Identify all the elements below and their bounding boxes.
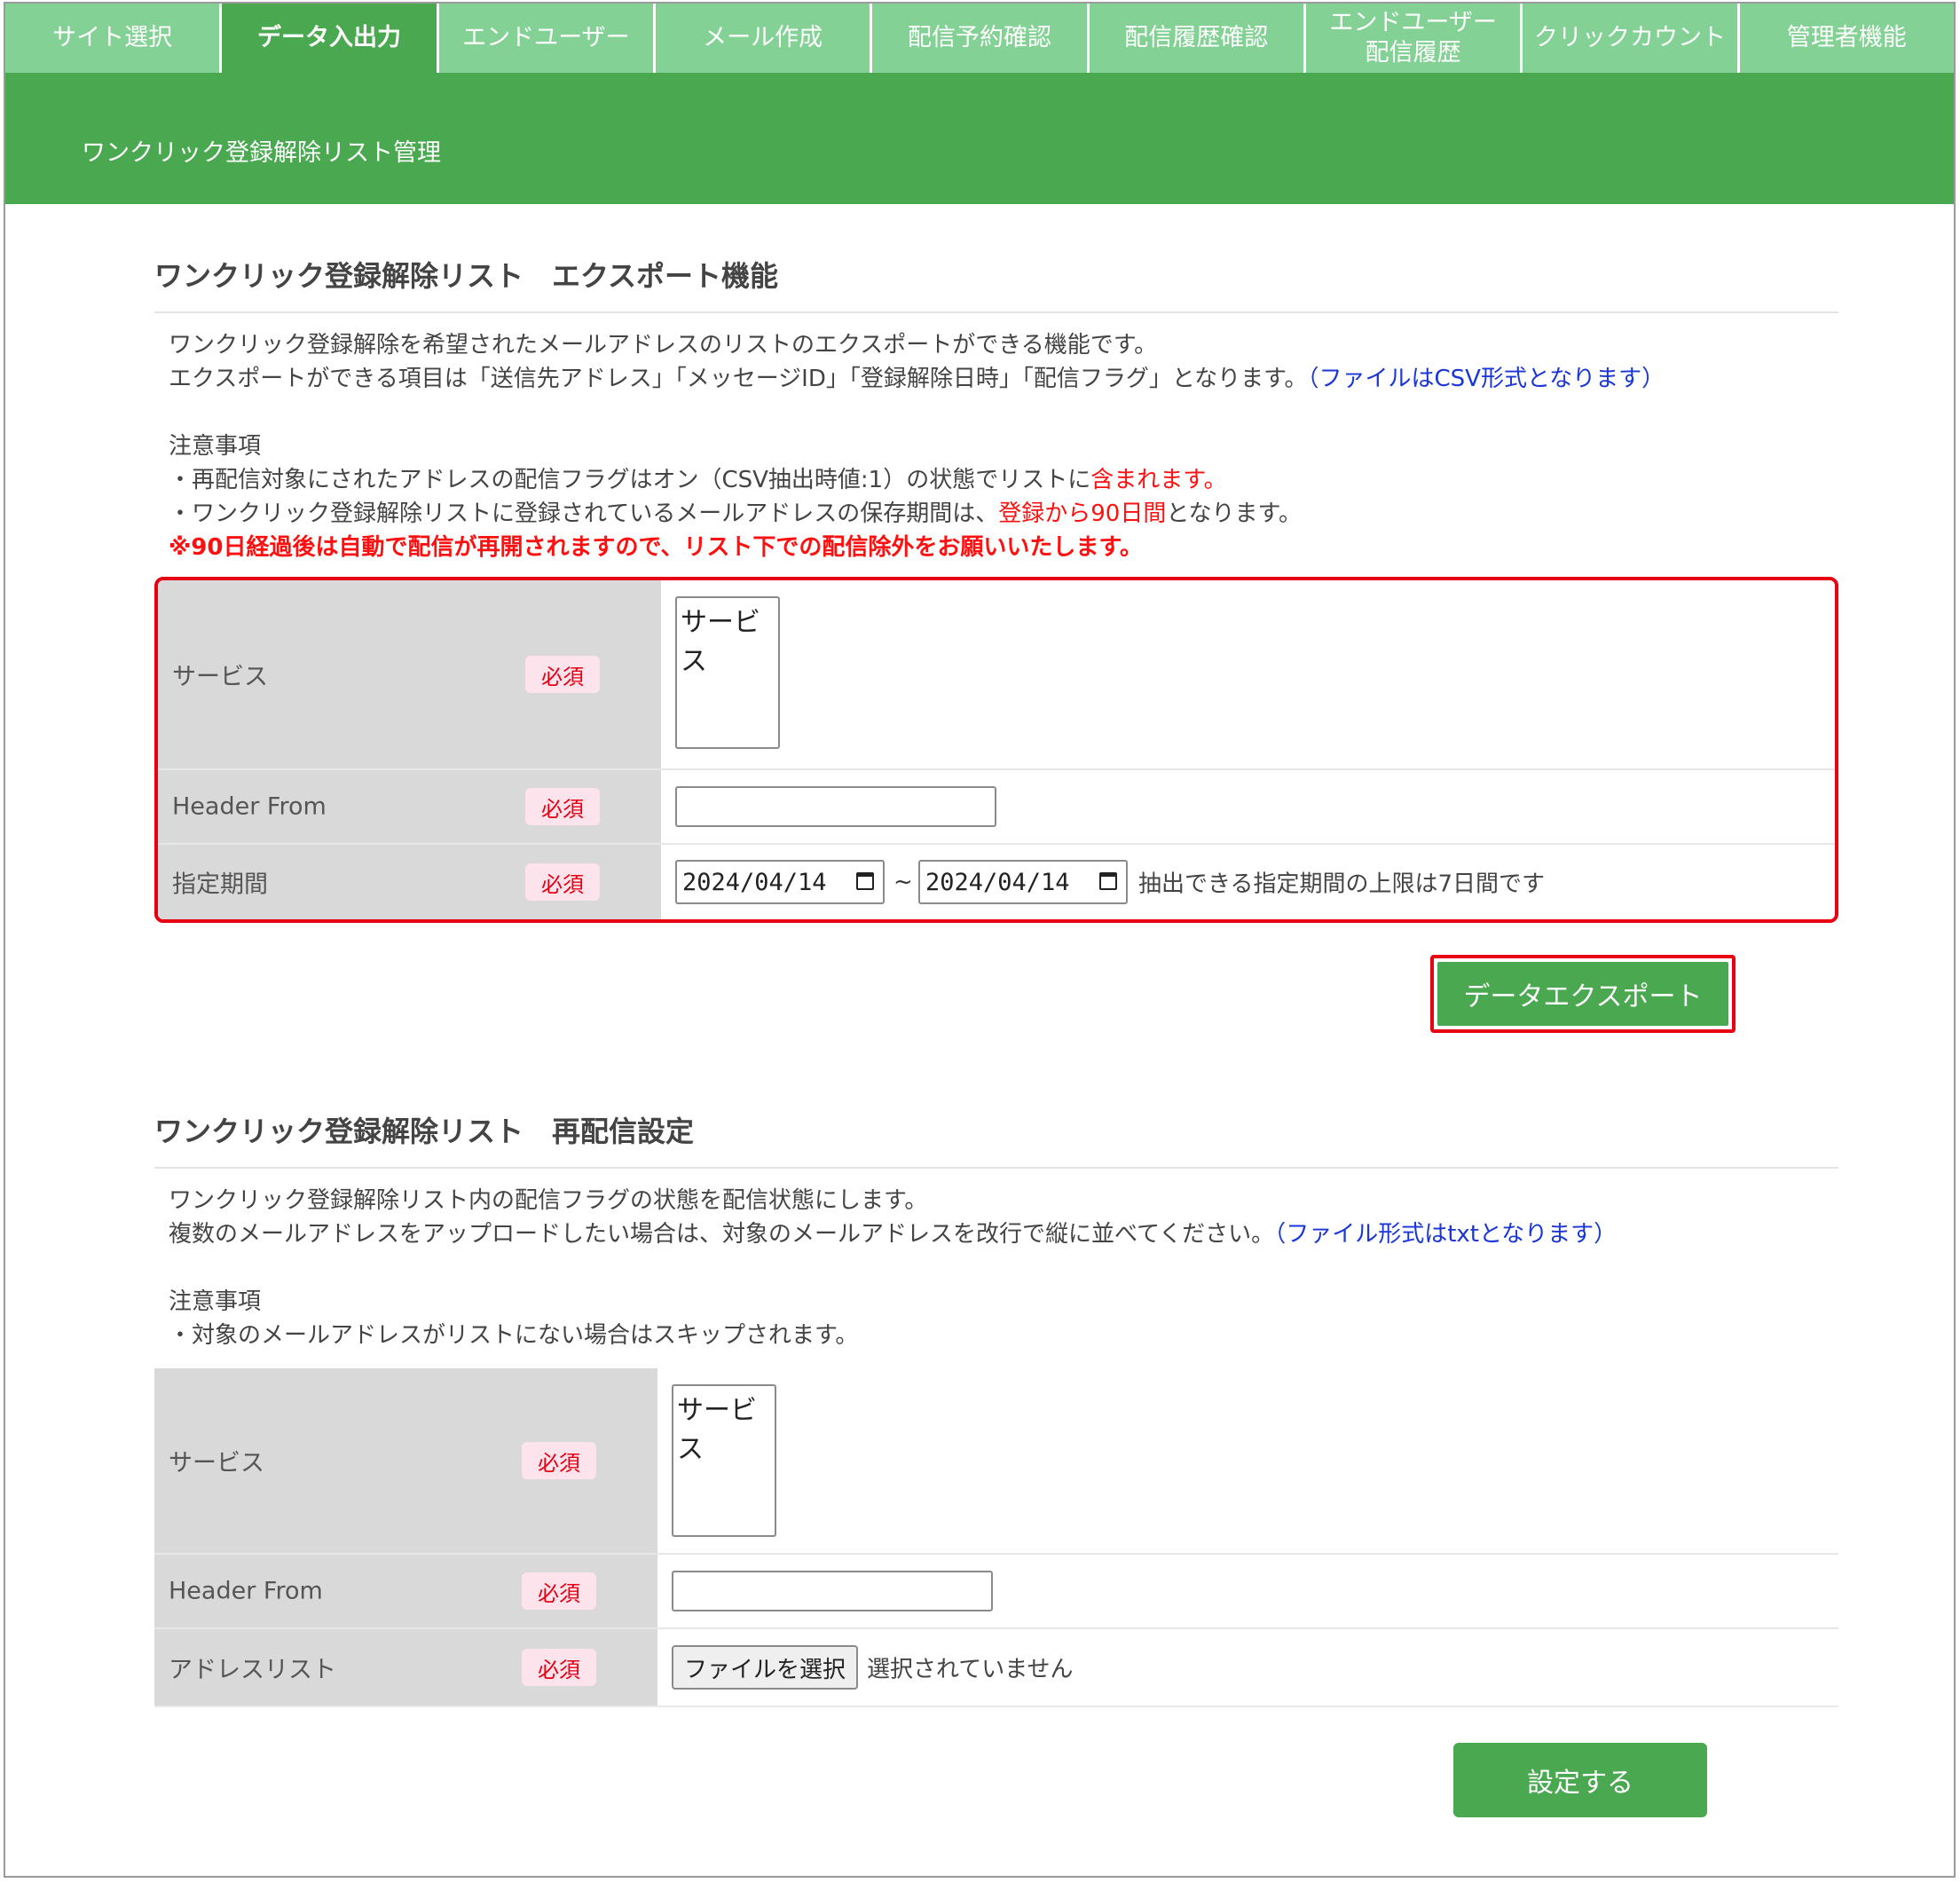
- service-option[interactable]: サービス: [677, 1388, 771, 1466]
- export-format-note: （ファイルはCSV形式となります）: [1307, 366, 1665, 392]
- date-from-input[interactable]: 2024/04/14: [675, 860, 885, 904]
- resend-service-row: サービス 必須 サービス: [154, 1368, 1838, 1555]
- input-cell: [661, 770, 1835, 843]
- export-desc-line2: エクスポートができる項目は「送信先アドレス」「メッセージID」「登録解除日時」「…: [169, 366, 1308, 392]
- notes-heading: 注意事項: [169, 433, 262, 460]
- tab-label: 管理者機能: [1786, 24, 1907, 51]
- export-note1-red: 含まれます。: [1090, 467, 1227, 493]
- resend-format-note: （ファイル形式はtxtとなります）: [1274, 1221, 1618, 1248]
- resend-desc-line2: 複数のメールアドレスをアップロードしたい場合は、対象のメールアドレスを改行で縦に…: [169, 1221, 1275, 1248]
- input-cell: サービス: [657, 1368, 1838, 1553]
- service-option[interactable]: サービス: [681, 600, 775, 678]
- label-cell: Header From 必須: [154, 1555, 657, 1627]
- tab-label: メール作成: [703, 24, 823, 51]
- resend-form: サービス 必須 サービス Header From 必須 アドレスリスト 必須 フ…: [154, 1368, 1838, 1706]
- tab-label: クリックカウント: [1533, 24, 1726, 51]
- calendar-icon[interactable]: [1099, 872, 1117, 890]
- export-note2-end: となります。: [1166, 500, 1302, 527]
- required-badge: 必須: [522, 1572, 596, 1610]
- label-cell: サービス 必須: [154, 1368, 657, 1553]
- export-description: ワンクリック登録解除を希望されたメールアドレスのリストのエクスポートができる機能…: [169, 328, 1837, 564]
- export-warning-a: ※90日経過後は自動で配信が再開されますので、: [169, 534, 684, 561]
- header-from-input[interactable]: [675, 786, 996, 827]
- tab-label: データ入出力: [256, 24, 401, 51]
- required-badge: 必須: [525, 863, 600, 901]
- export-note2: ・ワンクリック登録解除リストに登録されているメールアドレスの保存期間は、: [169, 500, 999, 527]
- tab-label: サイト選択: [52, 24, 173, 51]
- file-select-button[interactable]: ファイルを選択: [672, 1645, 858, 1690]
- label-cell: 指定期間 必須: [158, 845, 661, 919]
- divider: [154, 1167, 1838, 1169]
- page-title: ワンクリック登録解除リスト管理: [82, 139, 441, 167]
- label-cell: サービス 必須: [158, 580, 661, 768]
- export-form: サービス 必須 サービス Header From 必須 指定期間 必須 2024…: [154, 577, 1838, 923]
- tab-click-count[interactable]: クリックカウント: [1523, 4, 1737, 73]
- required-badge: 必須: [525, 656, 600, 693]
- tab-schedule-check[interactable]: 配信予約確認: [872, 4, 1087, 73]
- service-label: サービス: [169, 1449, 264, 1477]
- service-listbox[interactable]: サービス: [675, 596, 780, 749]
- label-cell: Header From 必須: [158, 770, 661, 843]
- resend-header-from-row: Header From 必須: [154, 1555, 1838, 1629]
- tab-data-io[interactable]: データ入出力: [222, 4, 437, 73]
- tab-admin[interactable]: 管理者機能: [1739, 4, 1954, 73]
- date-to-value: 2024/04/14: [925, 868, 1070, 896]
- input-cell: サービス: [661, 580, 1835, 768]
- tab-mail-create[interactable]: メール作成: [655, 4, 870, 73]
- resend-address-list-row: アドレスリスト 必須 ファイルを選択 選択されていません: [154, 1629, 1838, 1706]
- data-export-button[interactable]: データエクスポート: [1437, 962, 1728, 1026]
- required-badge: 必須: [525, 788, 600, 825]
- service-label: サービス: [172, 663, 268, 691]
- input-cell: [657, 1555, 1838, 1627]
- period-label: 指定期間: [172, 871, 268, 899]
- required-badge: 必須: [522, 1442, 596, 1479]
- resend-section-title: ワンクリック登録解除リスト 再配信設定: [154, 1115, 695, 1148]
- file-status: 選択されていません: [867, 1656, 1074, 1683]
- label-cell: アドレスリスト 必須: [154, 1629, 657, 1706]
- header-from-label: Header From: [169, 1577, 323, 1605]
- tab-label: 配信予約確認: [907, 24, 1051, 51]
- resend-desc-line1: ワンクリック登録解除リスト内の配信フラグの状態を配信状態にします。: [169, 1187, 928, 1214]
- date-from-value: 2024/04/14: [682, 868, 827, 896]
- resend-note1: ・対象のメールアドレスがリストにない場合はスキップされます。: [169, 1322, 859, 1349]
- calendar-icon[interactable]: [856, 872, 874, 890]
- notes-heading: 注意事項: [169, 1288, 262, 1315]
- tab-history-check[interactable]: 配信履歴確認: [1089, 4, 1303, 73]
- page-header: ワンクリック登録解除リスト管理: [5, 73, 1954, 204]
- range-separator: ~: [893, 869, 913, 895]
- resend-description: ワンクリック登録解除リスト内の配信フラグの状態を配信状態にします。 複数のメール…: [169, 1184, 1837, 1352]
- header-from-input[interactable]: [672, 1571, 993, 1611]
- tab-label: エンドユーザー: [462, 24, 630, 51]
- service-listbox[interactable]: サービス: [672, 1384, 776, 1537]
- tab-end-user-history[interactable]: エンドユーザー 配信履歴: [1305, 4, 1521, 73]
- tab-label: 配信履歴確認: [1124, 24, 1269, 51]
- export-warning-b: リスト下での配信除外をお願いいたします。: [683, 534, 1143, 561]
- divider: [154, 311, 1838, 313]
- required-badge: 必須: [522, 1649, 596, 1686]
- tab-end-user[interactable]: エンドユーザー: [438, 4, 653, 73]
- divider: [154, 1706, 1838, 1707]
- period-hint: 抽出できる指定期間の上限は7日間です: [1138, 871, 1546, 898]
- top-nav: サイト選択 データ入出力 エンドユーザー メール作成 配信予約確認 配信履歴確認…: [5, 4, 1954, 73]
- export-desc-line1: ワンクリック登録解除を希望されたメールアドレスのリストのエクスポートができる機能…: [169, 332, 1158, 358]
- tab-label: エンドユーザー 配信履歴: [1329, 9, 1497, 67]
- tab-site-select[interactable]: サイト選択: [5, 4, 220, 73]
- export-header-from-row: Header From 必須: [158, 770, 1835, 845]
- address-list-label: アドレスリスト: [169, 1656, 336, 1684]
- input-cell: ファイルを選択 選択されていません: [657, 1629, 1838, 1706]
- date-to-input[interactable]: 2024/04/14: [918, 860, 1128, 904]
- export-note2-red: 登録から90日間: [998, 500, 1167, 527]
- apply-settings-button[interactable]: 設定する: [1453, 1743, 1707, 1817]
- export-service-row: サービス 必須 サービス: [158, 580, 1835, 770]
- header-from-label: Header From: [172, 792, 327, 821]
- export-note1: ・再配信対象にされたアドレスの配信フラグはオン（CSV抽出時値:1）の状態でリス…: [169, 467, 1091, 493]
- export-section-title: ワンクリック登録解除リスト エクスポート機能: [154, 259, 779, 293]
- input-cell: 2024/04/14 ~ 2024/04/14 抽出できる指定期間の上限は7日間…: [661, 845, 1835, 919]
- export-period-row: 指定期間 必須 2024/04/14 ~ 2024/04/14 抽出できる指定期…: [158, 845, 1835, 919]
